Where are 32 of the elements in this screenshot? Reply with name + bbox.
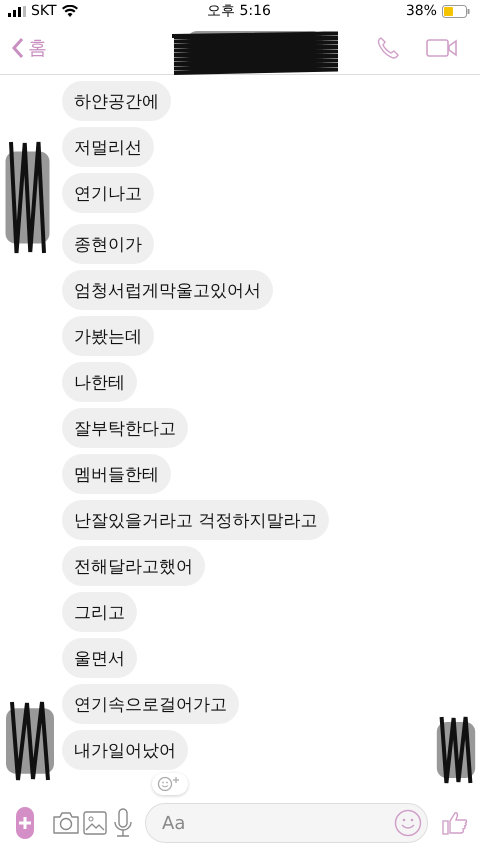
message-bubble: 난잘있을거라고 걱정하지말라고: [62, 500, 330, 540]
signal-icon: [8, 6, 26, 16]
chevron-left-icon: [12, 37, 24, 59]
message-bubble: 전해달라고했어: [62, 546, 205, 586]
plus-icon: [17, 815, 34, 831]
message-bubble: 저멀리선: [62, 127, 154, 167]
message-bubble: 연기나고: [62, 173, 154, 213]
emoji-icon[interactable]: [394, 809, 422, 837]
message-bubble: 연기속으로걸어가고: [62, 684, 239, 724]
message-input[interactable]: Aa: [145, 803, 428, 843]
message-bubble: 종현이가: [62, 224, 154, 264]
message-bubble: 멤버들한테: [62, 454, 171, 494]
phone-icon[interactable]: [376, 36, 400, 60]
camera-icon[interactable]: [52, 811, 80, 835]
thumbs-up-icon[interactable]: [442, 810, 468, 836]
message-bubble: 그리고: [62, 592, 137, 632]
battery-icon: [442, 4, 470, 18]
clock-time: 오후 5:16: [207, 2, 271, 20]
message-bubble: 나한테: [62, 362, 137, 402]
message-bubble: 울면서: [62, 638, 137, 678]
message-bubble: 잘부탁한다고: [62, 408, 188, 448]
wifi-icon: [62, 5, 78, 17]
message-bubble: 가봤는데: [62, 316, 154, 356]
back-button[interactable]: 홈: [12, 35, 47, 61]
add-reaction-icon[interactable]: [152, 773, 188, 795]
video-camera-icon[interactable]: [426, 38, 458, 58]
battery-percent: 38%: [406, 3, 437, 19]
message-bubble: 하얀공간에: [62, 81, 171, 121]
message-bubble: 내가일어났어: [62, 730, 188, 770]
carrier-name: SKT: [31, 3, 57, 19]
plus-button[interactable]: [16, 807, 34, 839]
message-bubble: 엄청서럽게막울고있어서: [62, 270, 273, 310]
